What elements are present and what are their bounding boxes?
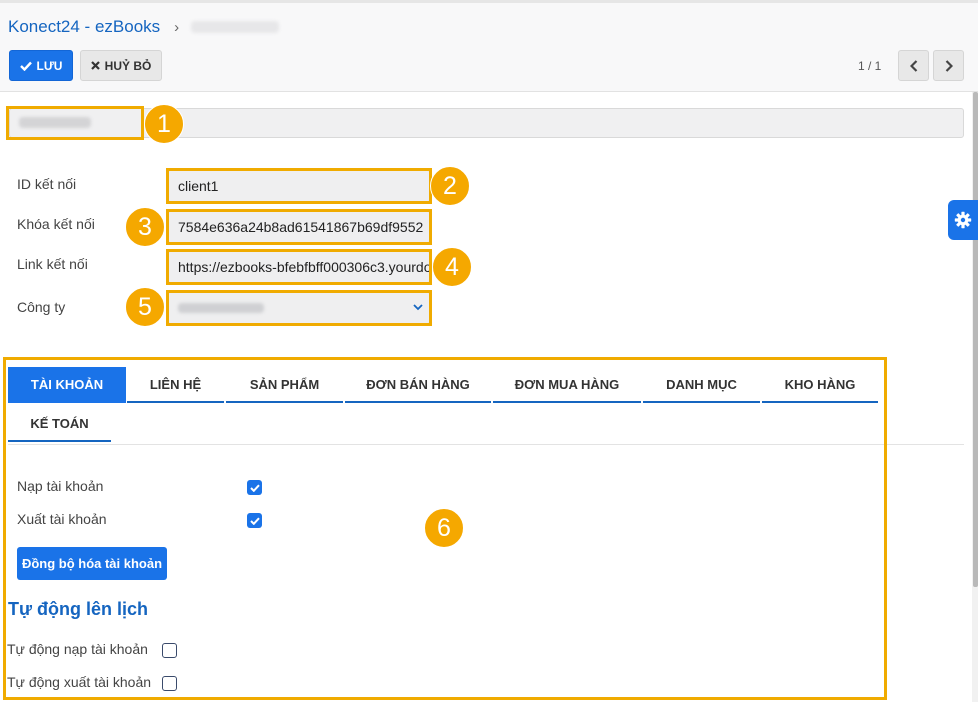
save-button-label: LƯU [36,58,63,73]
pager-next-button[interactable] [933,50,964,81]
connection-id-input[interactable]: client1 [168,170,430,202]
tab-warehouse[interactable]: KHO HÀNG [762,367,878,403]
annotation-badge-6: 6 [424,508,464,548]
tab-accounting[interactable]: KẾ TOÁN [8,406,111,442]
annotation-badge-1: 1 [144,104,184,144]
connection-link-value: https://ezbooks-bfebfbff000306c3.yourdom… [178,259,429,275]
annotation-badge-4: 4 [432,247,472,287]
auto-export-checkbox[interactable] [162,676,177,691]
breadcrumb-app-link[interactable]: Konect24 - ezBooks [8,17,160,37]
pager-previous-button[interactable] [898,50,929,81]
connection-key-input[interactable]: 7584e636a24b8ad61541867b69df9552 [168,211,430,243]
annotation-badge-2: 2 [430,166,470,206]
tab-sales-orders[interactable]: ĐƠN BÁN HÀNG [345,367,491,403]
app-root: Konect24 - ezBooks › LƯU HUỶ BỎ 1 / 1 ID… [0,0,978,702]
tab-accounts[interactable]: TÀI KHOẢN [8,367,126,403]
tab-products[interactable]: SẢN PHẨM [226,367,343,403]
connection-id-label: ID kết nối [17,176,77,192]
import-accounts-label: Nạp tài khoản [17,478,104,494]
checkmark-icon [249,517,260,525]
annotation-badge-3: 3 [125,207,165,247]
connection-key-label: Khóa kết nối [17,216,95,232]
control-panel: Konect24 - ezBooks › LƯU HUỶ BỎ 1 / 1 [0,0,978,92]
company-label: Công ty [17,299,66,315]
annotation-badge-5: 5 [125,287,165,327]
connection-id-value: client1 [178,178,219,194]
tab-categories[interactable]: DANH MỤC [643,367,760,403]
breadcrumb-separator: › [174,18,180,36]
chevron-down-icon [413,304,423,311]
chevron-left-icon [909,59,917,72]
checkmark-icon [249,484,260,492]
company-value-redacted [178,303,264,313]
cancel-button[interactable]: HUỶ BỎ [80,50,162,81]
auto-export-label: Tự động xuất tài khoản [7,674,152,690]
auto-schedule-heading: Tự động lên lịch [8,599,149,619]
settings-side-button[interactable] [948,200,978,240]
gear-icon [954,211,972,229]
close-icon [90,61,100,70]
connection-link-label: Link kết nối [17,256,88,272]
tabs-divider [8,444,964,445]
company-select[interactable] [168,292,430,324]
sync-accounts-button[interactable]: Đồng bộ hóa tài khoản [17,547,167,580]
chevron-right-icon [945,59,953,72]
tab-contacts[interactable]: LIÊN HỆ [127,367,224,403]
export-accounts-checkbox[interactable] [247,513,262,528]
auto-import-label: Tự động nạp tài khoản [7,641,148,657]
export-accounts-label: Xuất tài khoản [17,511,107,527]
check-icon [19,61,32,71]
scrollbar-thumb[interactable] [973,92,978,587]
breadcrumb-current-record-redacted [191,21,280,33]
import-accounts-checkbox[interactable] [247,480,262,495]
save-button[interactable]: LƯU [9,50,73,81]
cancel-button-label: HUỶ BỎ [104,58,152,73]
breadcrumb: Konect24 - ezBooks › [8,17,280,37]
tab-purchase-orders[interactable]: ĐƠN MUA HÀNG [493,367,641,403]
pager-value[interactable]: 1 / 1 [858,59,881,73]
record-name-redacted [19,117,91,128]
auto-import-checkbox[interactable] [162,643,177,658]
connection-link-input[interactable]: https://ezbooks-bfebfbff000306c3.yourdom… [168,251,430,283]
connection-key-value: 7584e636a24b8ad61541867b69df9552 [178,219,424,235]
